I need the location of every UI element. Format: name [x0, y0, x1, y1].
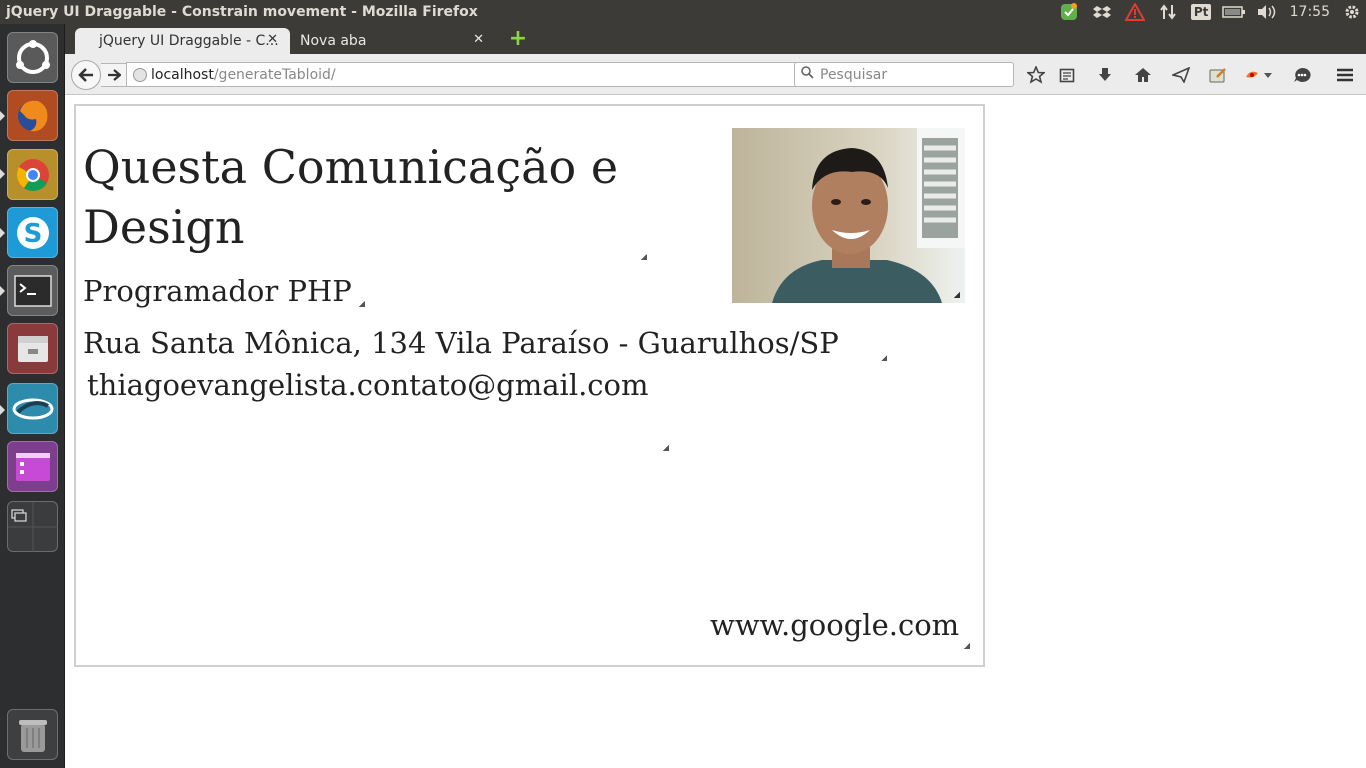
tab-bar: jQuery UI Draggable - C... ✕ Nova aba ✕ … — [65, 24, 1366, 54]
reading-list-icon[interactable] — [1056, 64, 1078, 86]
chrome-icon[interactable] — [7, 149, 58, 200]
email-draggable[interactable]: thiagoevangelista.contato@gmail.com — [87, 365, 669, 451]
email-text: thiagoevangelista.contato@gmail.com — [87, 368, 649, 402]
page-viewport: Questa Comunicação e Design Programador … — [65, 96, 1366, 768]
svg-text:S: S — [23, 219, 42, 249]
addon-menu-icon[interactable] — [1243, 64, 1275, 86]
resize-handle-icon[interactable] — [964, 643, 970, 649]
home-icon[interactable] — [1132, 64, 1154, 86]
volume-icon[interactable] — [1251, 0, 1284, 24]
running-indicator — [0, 286, 5, 296]
warning-icon[interactable] — [1119, 0, 1152, 24]
resize-handle-icon[interactable] — [359, 301, 365, 307]
resize-handle-icon[interactable] — [881, 355, 887, 361]
clock[interactable]: 17:55 — [1284, 0, 1338, 24]
job-title-draggable[interactable]: Programador PHP — [83, 271, 365, 311]
ubuntu-dash-icon[interactable] — [7, 32, 58, 83]
website-text: www.google.com — [710, 608, 960, 642]
search-input[interactable]: Pesquisar — [794, 62, 1014, 87]
skype-icon[interactable]: S — [7, 207, 58, 258]
globe-icon[interactable] — [133, 67, 147, 82]
search-placeholder: Pesquisar — [820, 66, 888, 83]
tabloid-canvas: Questa Comunicação e Design Programador … — [74, 104, 985, 667]
top-panel: jQuery UI Draggable - Constrain movement… — [0, 0, 1366, 24]
system-tray: Pt 17:55 — [1053, 0, 1366, 24]
running-indicator — [0, 111, 5, 121]
tab-label: Nova aba — [300, 33, 367, 49]
back-arrow-icon[interactable] — [71, 60, 101, 90]
resize-handle-icon[interactable] — [663, 445, 669, 451]
notes-icon[interactable] — [1207, 64, 1229, 86]
terminal-icon[interactable] — [7, 265, 58, 316]
bookmark-star-icon[interactable] — [1025, 64, 1047, 86]
url-path: /generateTabloid/ — [213, 66, 336, 83]
trash-icon[interactable] — [7, 709, 58, 760]
tab-nova-aba[interactable]: Nova aba ✕ — [290, 28, 494, 54]
window-title: jQuery UI Draggable - Constrain movement… — [6, 4, 478, 20]
network-icon[interactable] — [1152, 0, 1185, 24]
profile-photo — [732, 128, 965, 303]
files-icon[interactable] — [7, 323, 58, 374]
workspace-switcher-icon[interactable] — [7, 501, 58, 552]
send-icon[interactable] — [1170, 64, 1192, 86]
launcher: S — [0, 24, 65, 768]
address-text: Rua Santa Mônica, 134 Vila Paraíso - Gua… — [83, 326, 839, 360]
running-indicator — [0, 405, 5, 415]
battery-icon[interactable] — [1218, 0, 1251, 24]
tab-jquery-ui-draggable[interactable]: jQuery UI Draggable - C... ✕ — [75, 28, 290, 54]
firefox-icon[interactable] — [7, 90, 58, 141]
url-host: localhost — [151, 66, 214, 83]
address-draggable[interactable]: Rua Santa Mônica, 134 Vila Paraíso - Gua… — [83, 323, 887, 363]
cloud-app-icon[interactable] — [7, 383, 58, 434]
job-title-text: Programador PHP — [83, 274, 352, 308]
forward-arrow-icon[interactable] — [101, 63, 127, 87]
keyboard-layout-label: Pt — [1190, 4, 1212, 20]
tab-label: jQuery UI Draggable - C... — [99, 33, 279, 49]
company-name-text: Questa Comunicação e Design — [83, 140, 619, 254]
running-indicator — [0, 169, 5, 179]
resize-handle-icon[interactable] — [641, 254, 647, 260]
gear-icon[interactable] — [1338, 0, 1366, 24]
close-icon[interactable]: ✕ — [473, 32, 484, 47]
url-bar[interactable]: localhost/generateTabloid/ ▼ ↻ — [126, 62, 850, 87]
update-icon[interactable] — [1053, 0, 1086, 24]
company-name-draggable[interactable]: Questa Comunicação e Design — [83, 137, 653, 260]
website-draggable[interactable]: www.google.com — [710, 605, 970, 649]
running-indicator — [0, 228, 5, 238]
download-arrow-icon[interactable] — [1094, 64, 1116, 86]
chat-bubble-icon[interactable] — [1291, 64, 1313, 86]
close-icon[interactable]: ✕ — [267, 32, 278, 47]
search-icon — [801, 66, 814, 83]
profile-photo-draggable[interactable] — [732, 128, 965, 303]
navigation-toolbar: localhost/generateTabloid/ ▼ ↻ Pesquisar — [65, 54, 1366, 95]
hamburger-menu-icon[interactable] — [1334, 64, 1356, 86]
keyboard-layout-indicator[interactable]: Pt — [1185, 0, 1218, 24]
dropbox-icon[interactable] — [1086, 0, 1119, 24]
purple-app-icon[interactable] — [7, 441, 58, 492]
new-tab-plus-icon[interactable]: + — [507, 28, 529, 50]
resize-handle-icon[interactable] — [954, 292, 960, 298]
